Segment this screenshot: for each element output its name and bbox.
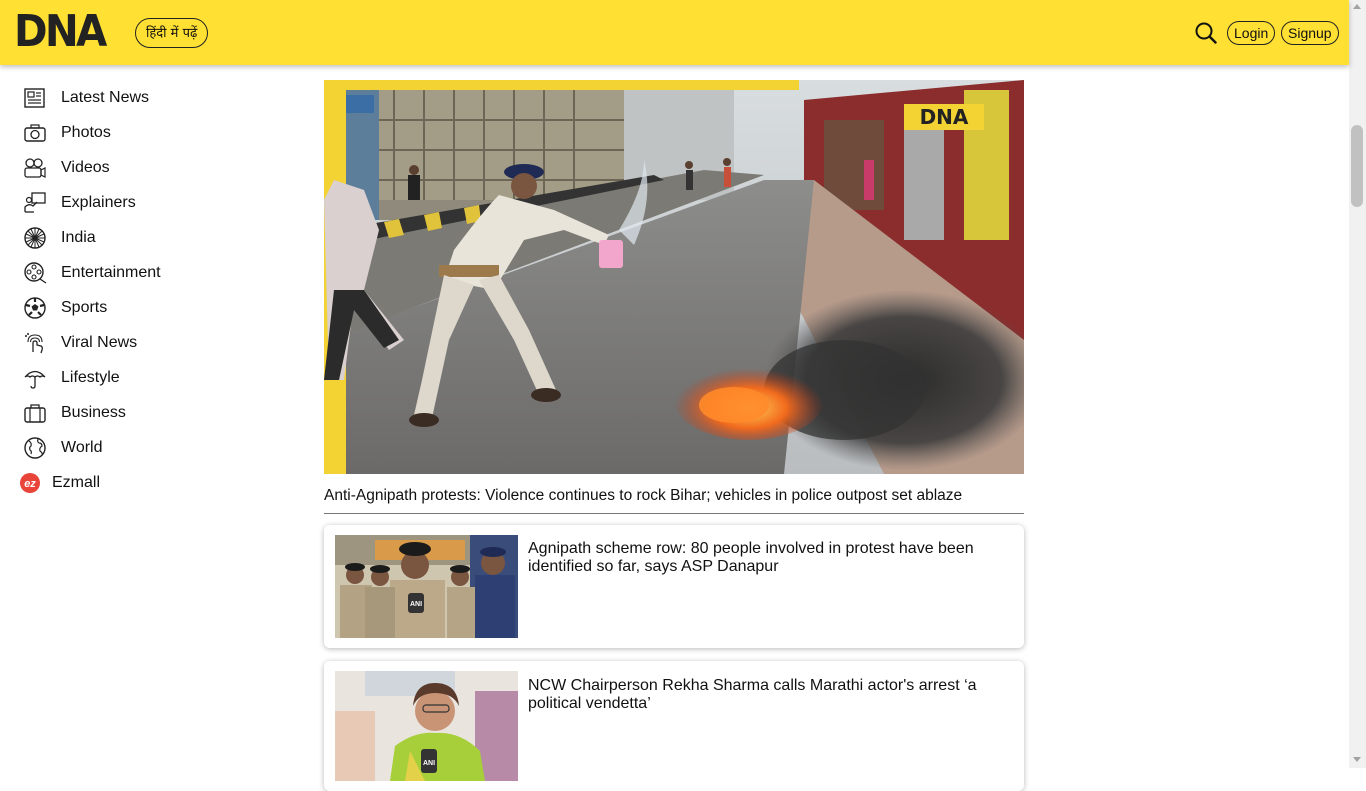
briefcase-icon — [24, 403, 46, 423]
camera-icon — [24, 123, 46, 142]
site-header: DNA हिंदी में पढ़ें Login Signup — [0, 0, 1349, 65]
sidebar-item-ezmall[interactable]: ez Ezmall — [19, 465, 100, 500]
svg-text:ez: ez — [24, 478, 36, 490]
sidebar-item-viral-news[interactable]: Viral News — [22, 325, 137, 360]
ashoka-chakra-icon — [24, 226, 46, 249]
viral-touch-icon — [25, 332, 43, 353]
sidebar-item-lifestyle[interactable]: Lifestyle — [22, 360, 120, 395]
sidebar-item-label: Photos — [61, 123, 111, 141]
football-icon — [24, 296, 46, 319]
presenter-icon — [24, 191, 46, 213]
scrollbar-thumb[interactable] — [1351, 125, 1363, 207]
sidebar-item-india[interactable]: India — [22, 220, 96, 255]
video-camera-icon — [24, 157, 46, 178]
divider — [324, 513, 1024, 514]
scroll-up-arrow-icon[interactable] — [1353, 4, 1361, 9]
svg-text:ANI: ANI — [410, 601, 422, 608]
sidebar-item-label: Business — [61, 403, 126, 421]
sidebar-item-label: Lifestyle — [61, 368, 120, 386]
sidebar-item-label: Entertainment — [61, 263, 161, 281]
hero-photo-protest: DNA — [324, 80, 1024, 474]
thumbnail-police-officers: ANI — [335, 535, 518, 638]
sidebar-item-latest-news[interactable]: Latest News — [22, 80, 149, 115]
sidebar-item-sports[interactable]: Sports — [22, 290, 107, 325]
globe-icon — [24, 436, 46, 459]
hero-headline[interactable]: Anti-Agnipath protests: Violence continu… — [324, 487, 1024, 505]
ezmall-logo-icon: ez — [20, 472, 40, 493]
login-button[interactable]: Login — [1227, 21, 1276, 45]
sidebar-item-label: Ezmall — [52, 473, 101, 491]
story-thumbnail[interactable]: ANI — [335, 671, 518, 781]
film-reel-icon — [24, 261, 47, 284]
story-title[interactable]: Agnipath scheme row: 80 people involved … — [528, 540, 1008, 576]
newspaper-icon — [24, 87, 45, 108]
sidebar-item-explainers[interactable]: Explainers — [22, 185, 136, 220]
dna-logo[interactable]: DNA — [14, 8, 107, 56]
thumbnail-rekha-sharma: ANI — [335, 671, 518, 781]
sidebar-item-videos[interactable]: Videos — [22, 150, 110, 185]
sidebar-item-label: Sports — [61, 298, 108, 316]
sidebar-item-entertainment[interactable]: Entertainment — [22, 255, 161, 290]
svg-text:DNA: DNA — [920, 105, 969, 129]
hindi-language-button[interactable]: हिंदी में पढ़ें — [135, 18, 209, 48]
umbrella-icon — [24, 370, 46, 389]
sidebar-item-business[interactable]: Business — [22, 395, 126, 430]
search-icon[interactable] — [1195, 22, 1217, 44]
story-card[interactable]: ANI NCW Chairperson Rekha Sharma calls M… — [324, 661, 1024, 791]
story-card[interactable]: ANI Agnipath scheme row: 80 people invol… — [324, 525, 1024, 648]
page-scrollbar[interactable] — [1349, 0, 1366, 768]
signup-button[interactable]: Signup — [1281, 21, 1339, 45]
sidebar-item-label: Latest News — [61, 88, 150, 106]
svg-text:ANI: ANI — [423, 760, 435, 767]
sidebar-item-label: Viral News — [61, 333, 138, 351]
sidebar-item-label: Videos — [61, 158, 110, 176]
scroll-down-arrow-icon[interactable] — [1353, 757, 1361, 762]
hero-image[interactable]: DNA — [324, 80, 1024, 474]
sidebar-item-world[interactable]: World — [22, 430, 103, 465]
sidebar-item-photos[interactable]: Photos — [22, 115, 111, 150]
story-title[interactable]: NCW Chairperson Rekha Sharma calls Marat… — [528, 677, 1008, 713]
sidebar-item-label: Explainers — [61, 193, 136, 211]
sidebar-item-label: India — [61, 228, 96, 246]
story-thumbnail[interactable]: ANI — [335, 535, 518, 638]
sidebar-item-label: World — [61, 438, 103, 456]
